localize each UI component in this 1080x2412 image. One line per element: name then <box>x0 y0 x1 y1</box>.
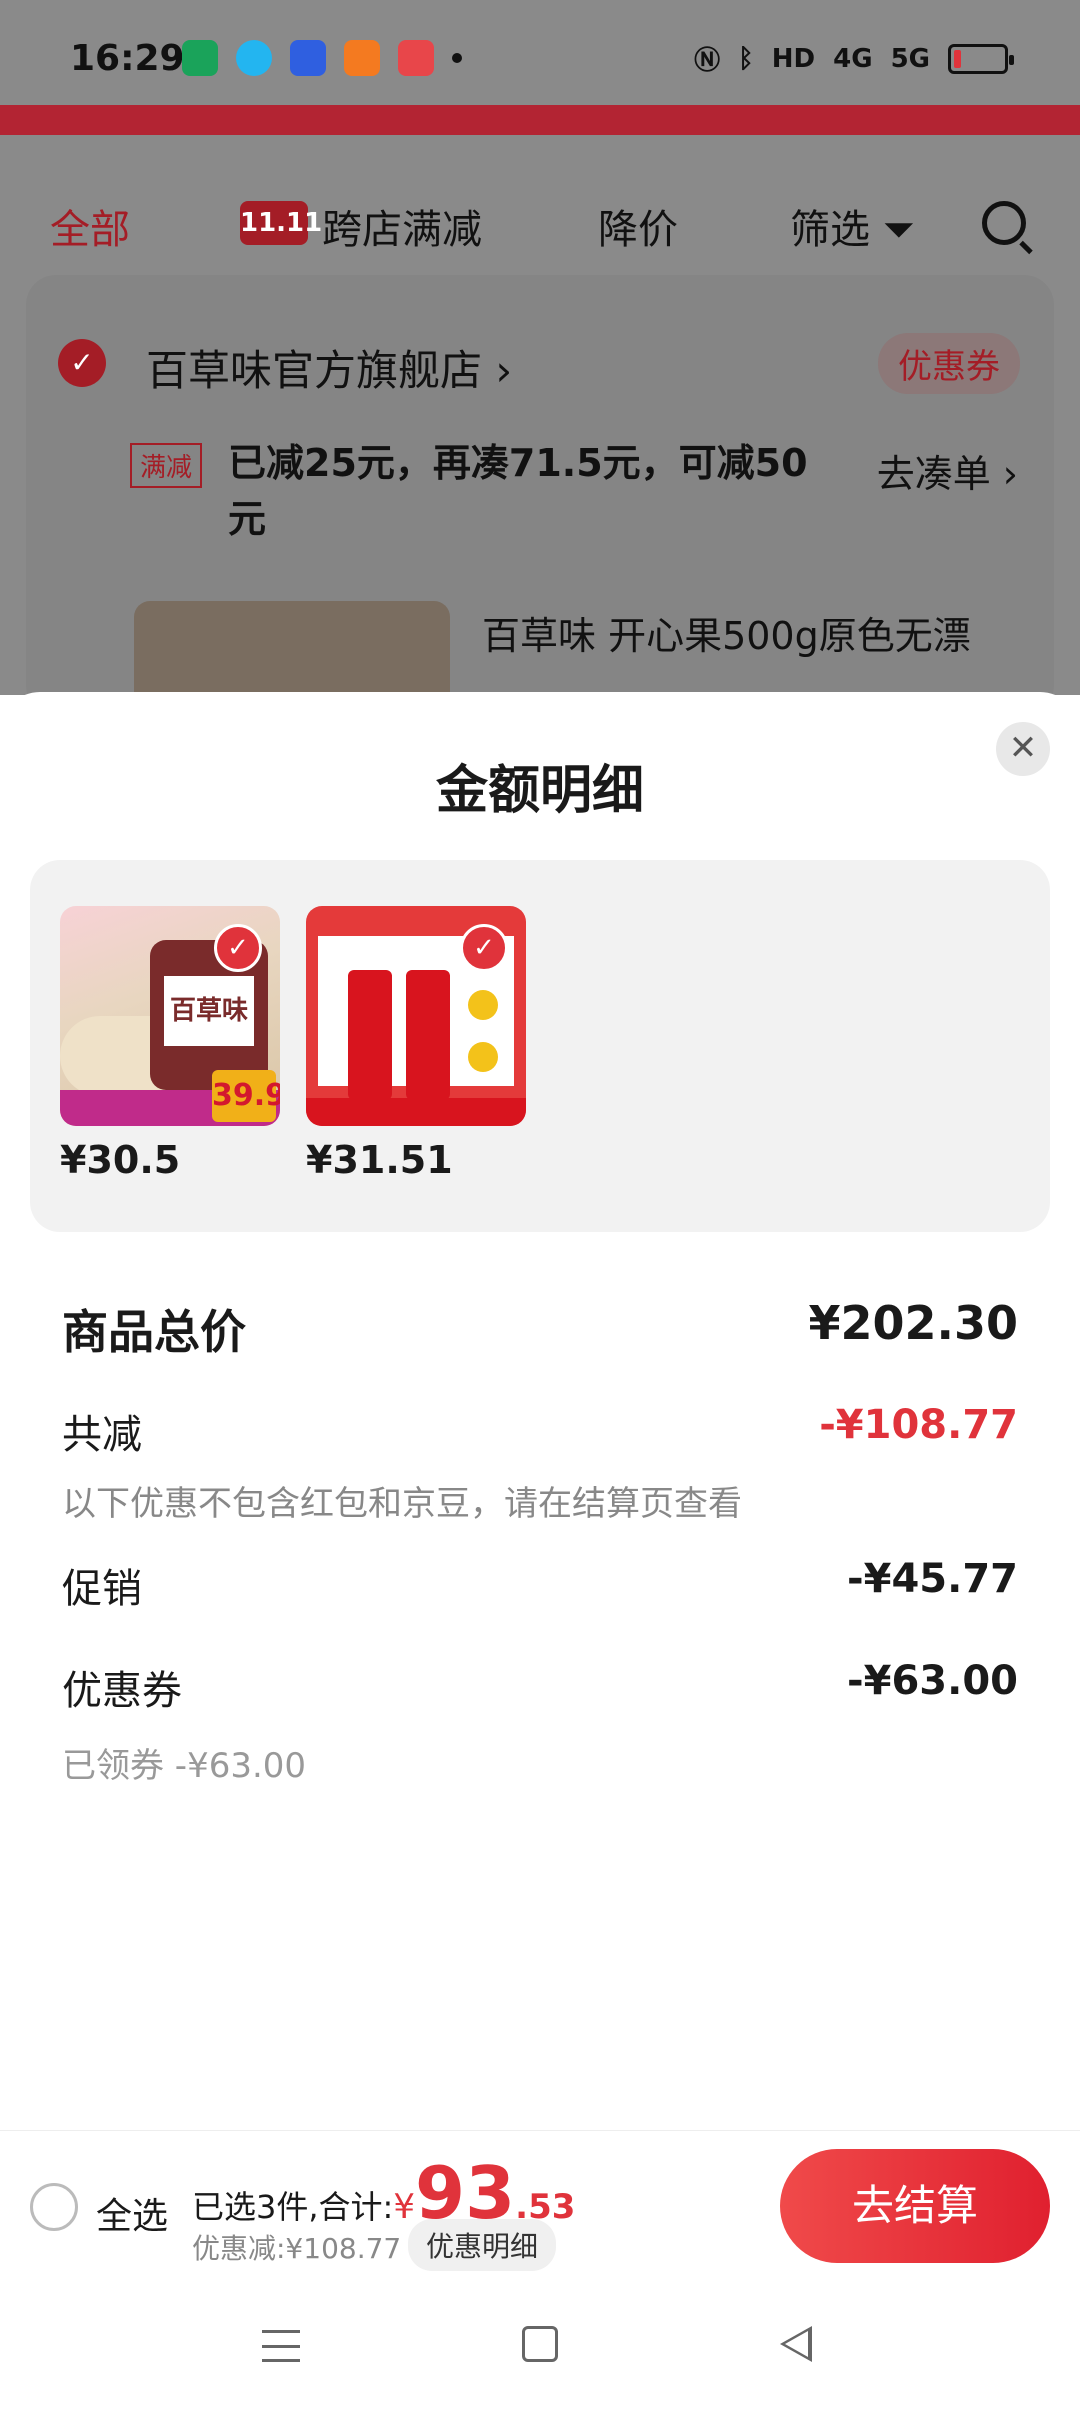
product-thumbnail[interactable] <box>134 601 450 701</box>
promo-tag: 满减 <box>130 443 203 488</box>
baidu-icon <box>290 40 326 76</box>
store-checkbox[interactable]: ✓ <box>58 339 106 387</box>
product-title[interactable]: 百草味 开心果500g原色无漂 <box>482 605 971 660</box>
discount-detail-button[interactable]: 优惠明细 <box>408 2219 557 2271</box>
jar-label: 百草味 <box>164 976 254 1046</box>
hd-icon: HD <box>771 43 816 74</box>
oppo-app-icon <box>182 40 218 76</box>
checked-icon: ✓ <box>214 924 262 972</box>
store-coupon-button[interactable]: 优惠券 <box>878 333 1020 394</box>
battery-level <box>954 49 961 68</box>
select-all-label[interactable]: 全选 <box>96 2187 168 2239</box>
sheet-title: 金额明细 <box>435 761 644 821</box>
selected-item[interactable]: 百草味 39.9 ✓ ¥30.5 <box>60 906 280 1182</box>
amount-detail-sheet: 金额明细 ✕ 百草味 39.9 ✓ ¥30.5 ✓ ¥31.51 商品总价 ¥2… <box>0 692 1080 2132</box>
promo-label: 促销 <box>62 1566 142 1612</box>
qq-icon <box>236 40 272 76</box>
go-add-button[interactable]: 去凑单 › <box>877 443 1018 498</box>
checkout-bar: 全选 已选3件,合计:¥93.53 优惠减:¥108.77 优惠明细 去结算 <box>0 2130 1080 2280</box>
checkout-button[interactable]: 去结算 <box>780 2149 1050 2263</box>
promo-strip <box>306 1098 526 1126</box>
total-label: 商品总价 <box>62 1305 246 1359</box>
5g-signal-icon: 5G <box>890 43 930 74</box>
can-image <box>406 970 450 1100</box>
price-badge: 39.9 <box>212 1070 280 1122</box>
header-strip <box>0 105 1080 135</box>
selected-item[interactable]: ✓ ¥31.51 <box>306 906 526 1182</box>
menu-icon[interactable] <box>262 2330 300 2362</box>
clock: 16:29 <box>70 38 185 79</box>
filter-label: 筛选 <box>790 207 870 253</box>
coin-icon <box>468 990 498 1020</box>
filter-button[interactable]: 筛选 ⏷ <box>790 197 915 255</box>
coupon-value: -¥63.00 <box>847 1658 1018 1704</box>
home-icon[interactable] <box>522 2326 558 2362</box>
filter-bar: 全部 11.11 跨店满减 降价 筛选 ⏷ <box>0 165 1080 255</box>
promo-text: 已减25元，再凑71.5元，可减50元 <box>228 441 808 541</box>
total-value: ¥202.30 <box>808 1296 1018 1350</box>
more-notifications-icon <box>452 53 462 63</box>
item-price: ¥30.5 <box>60 1138 181 1182</box>
status-bar: 16:29 Ⓝ ᛒ HD 4G 5G <box>0 0 1080 110</box>
currency-symbol: ¥ <box>393 2187 415 2227</box>
battery-icon <box>948 43 1014 74</box>
pistachio-product-image: 百草味 39.9 ✓ <box>60 906 280 1126</box>
system-nav-bar <box>0 2282 1080 2412</box>
funnel-icon: ⏷ <box>882 207 915 253</box>
cart-page-background: 全部 11.11 跨店满减 降价 筛选 ⏷ ✓ 百草味官方旗舰店 › 优惠券 满… <box>0 135 1080 715</box>
bluetooth-icon: ᛒ <box>738 43 754 74</box>
chevron-right-icon: › <box>990 452 1018 496</box>
close-icon: ✕ <box>1008 728 1038 768</box>
coupon-note: 已领券 -¥63.00 <box>62 1746 307 1786</box>
filter-all[interactable]: 全部 <box>50 197 130 255</box>
selected-items: 百草味 39.9 ✓ ¥30.5 ✓ ¥31.51 <box>30 860 1050 1232</box>
reduce-note: 以下优惠不包含红包和京豆，请在结算页查看 <box>62 1484 742 1524</box>
reduce-value: -¥108.77 <box>819 1402 1018 1448</box>
nfc-icon: Ⓝ <box>694 46 721 76</box>
select-all-radio[interactable] <box>30 2183 78 2231</box>
4g-signal-icon: 4G <box>833 43 873 74</box>
item-price: ¥31.51 <box>306 1138 453 1182</box>
promo-value: -¥45.77 <box>847 1556 1018 1602</box>
cola-product-image: ✓ <box>306 906 526 1126</box>
filter-cross-store[interactable]: 跨店满减 <box>322 197 482 255</box>
chevron-right-icon: › <box>482 346 513 395</box>
search-icon[interactable] <box>982 201 1026 245</box>
saved-amount: 优惠减:¥108.77 <box>192 2232 402 2265</box>
system-indicators: Ⓝ ᛒ HD 4G 5G <box>694 40 1014 77</box>
kuaishou-icon <box>344 40 380 76</box>
double11-badge-icon: 11.11 <box>240 201 322 245</box>
store-name[interactable]: 百草味官方旗舰店 › <box>146 337 512 398</box>
summary-prefix: 已选3件,合计: <box>192 2188 394 2226</box>
close-button[interactable]: ✕ <box>996 722 1050 776</box>
store-name-text: 百草味官方旗舰店 <box>146 346 483 395</box>
checked-icon: ✓ <box>460 924 508 972</box>
double11-app-icon <box>398 40 434 76</box>
go-add-label: 去凑单 <box>876 452 991 496</box>
reduce-label: 共减 <box>62 1412 142 1458</box>
coin-icon <box>468 1042 498 1072</box>
can-image <box>348 970 392 1100</box>
back-icon[interactable] <box>780 2326 812 2362</box>
notification-icons <box>182 40 462 76</box>
coupon-label: 优惠券 <box>62 1668 182 1714</box>
filter-price-drop[interactable]: 降价 <box>598 197 678 255</box>
store-card: ✓ 百草味官方旗舰店 › 优惠券 满减 已减25元，再凑71.5元，可减50元 … <box>26 275 1054 715</box>
